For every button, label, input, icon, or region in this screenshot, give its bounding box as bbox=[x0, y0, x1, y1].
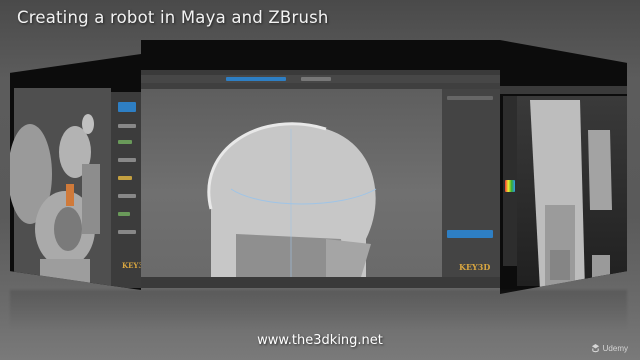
maya-shelf-tab bbox=[301, 77, 331, 81]
left-screen-panel: KEY3D bbox=[10, 54, 141, 290]
maya-channel-box bbox=[442, 89, 500, 277]
floor-reflection bbox=[10, 290, 627, 330]
maya-shelf-tab bbox=[226, 77, 286, 81]
maya-channel-row bbox=[447, 96, 493, 100]
left-ui-row bbox=[118, 158, 136, 162]
center-key3d-logo: KEY3D bbox=[459, 262, 491, 272]
video-title: Creating a robot in Maya and ZBrush bbox=[17, 8, 329, 27]
left-ui-row bbox=[118, 176, 132, 180]
website-url: www.the3dking.net bbox=[257, 333, 383, 348]
zbrush-robot-render bbox=[530, 100, 612, 290]
left-ui-row bbox=[118, 194, 136, 198]
left-ui-row bbox=[118, 212, 130, 216]
left-ui-row bbox=[118, 124, 136, 128]
left-attribute-panel bbox=[111, 92, 141, 288]
maya-layer-tab bbox=[447, 230, 493, 238]
left-ui-row bbox=[118, 230, 136, 234]
udemy-brand-label: Udemy bbox=[602, 344, 628, 353]
left-key3d-logo: KEY3D bbox=[122, 261, 141, 270]
udemy-logo-icon bbox=[591, 344, 599, 353]
center-screen-panel: KEY3D bbox=[141, 40, 500, 288]
maya-timeline bbox=[141, 277, 500, 288]
left-blue-tab bbox=[118, 102, 136, 112]
helmet-render bbox=[207, 122, 377, 277]
left-ui-row bbox=[118, 140, 132, 144]
right-screen-panel bbox=[500, 40, 627, 294]
udemy-watermark: Udemy bbox=[591, 344, 628, 353]
